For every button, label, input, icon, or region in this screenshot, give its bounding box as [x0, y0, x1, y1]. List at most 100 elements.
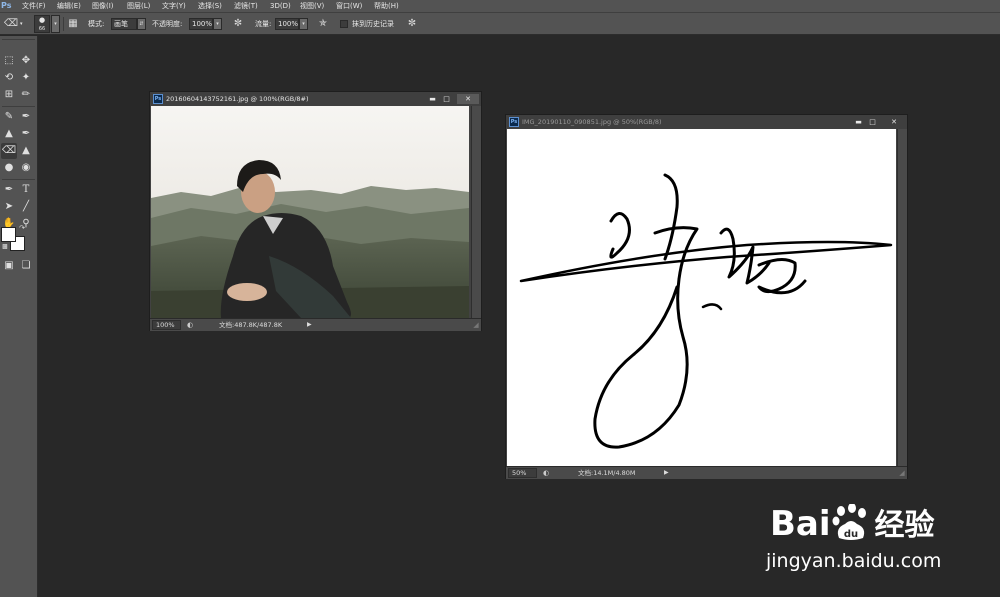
erase-to-history-label: 抹到历史记录 [352, 20, 394, 28]
resize-grip-icon[interactable]: ◢ [471, 320, 481, 330]
mode-select[interactable]: 画笔 [111, 18, 137, 30]
brush-panel-toggle-icon[interactable]: ▦ [65, 16, 81, 32]
foreground-color-swatch[interactable] [1, 227, 16, 242]
menu-bar: Ps 文件(F) 编辑(E) 图像(I) 图层(L) 文字(Y) 选择(S) 滤… [0, 0, 1000, 12]
menu-image[interactable]: 图像(I) [92, 0, 114, 12]
marquee-tool-icon[interactable]: ⬚ [1, 53, 17, 69]
menu-type[interactable]: 文字(Y) [162, 0, 186, 12]
flow-arrow[interactable]: ▾ [299, 18, 308, 30]
document-title: IMG_20190110_090851.jpg @ 50%(RGB/8) [522, 118, 662, 126]
separator [2, 179, 35, 180]
flow-input[interactable]: 100% [275, 18, 299, 30]
zoom-level-field[interactable]: 50% [508, 468, 537, 478]
signature-image [519, 173, 893, 449]
tool-preset-arrow[interactable]: ▾ [20, 13, 23, 35]
brush-tool-icon[interactable]: ✒ [18, 109, 34, 125]
panel-grip [2, 39, 35, 40]
watermark-url: jingyan.baidu.com [766, 550, 942, 572]
history-brush-tool-icon[interactable]: ✒ [18, 126, 34, 142]
options-bar: ⌫ ▾ ● 66 ▾ ▦ 模式: 画笔 ⇵ 不透明度: 100% ▾ ✼ 流量:… [0, 12, 1000, 35]
maximize-button[interactable]: □ [866, 117, 879, 127]
maximize-button[interactable]: □ [440, 94, 453, 104]
flow-label: 流量: [255, 20, 272, 28]
menu-help[interactable]: 帮助(H) [374, 0, 399, 12]
photoshop-logo: Ps [1, 1, 12, 10]
eyedropper-tool-icon[interactable]: ✏ [18, 87, 34, 103]
opacity-arrow[interactable]: ▾ [213, 18, 222, 30]
portrait-photo [151, 106, 469, 318]
menu-3d[interactable]: 3D(D) [270, 0, 291, 12]
status-options-icon[interactable]: ◐ [185, 320, 195, 330]
opacity-pressure-icon[interactable]: ✼ [230, 16, 246, 32]
lasso-tool-icon[interactable]: ⟲ [1, 70, 17, 86]
magic-wand-tool-icon[interactable]: ✦ [18, 70, 34, 86]
swap-colors-icon[interactable]: ↷ [17, 223, 27, 233]
menu-filter[interactable]: 滤镜(T) [234, 0, 258, 12]
resize-grip-icon[interactable]: ◢ [897, 468, 907, 478]
document-window-signature[interactable]: Ps IMG_20190110_090851.jpg @ 50%(RGB/8) … [505, 114, 908, 479]
baidu-jingyan-watermark: Bai du 经验 jingyan.baidu.com [758, 486, 988, 586]
eraser-tool-icon[interactable]: ⌫ [1, 143, 17, 159]
brush-size-picker[interactable]: ● 66 [34, 15, 50, 33]
vertical-scrollbar[interactable] [897, 129, 907, 466]
menu-file[interactable]: 文件(F) [22, 0, 46, 12]
separator [63, 17, 64, 31]
document-title-bar[interactable]: Ps IMG_20190110_090851.jpg @ 50%(RGB/8) … [506, 115, 907, 129]
clone-stamp-tool-icon[interactable]: ▲ [1, 126, 17, 142]
minimize-button[interactable]: ▬ [852, 117, 865, 127]
menu-select[interactable]: 选择(S) [198, 0, 222, 12]
dodge-tool-icon[interactable]: ◉ [18, 160, 34, 176]
photo-canvas[interactable] [151, 106, 469, 318]
menu-window[interactable]: 窗口(W) [336, 0, 362, 12]
separator [2, 106, 35, 107]
type-tool-icon[interactable]: T [18, 182, 34, 198]
brush-picker-arrow[interactable]: ▾ [51, 15, 60, 33]
screen-mode-icon[interactable]: ❏ [18, 258, 34, 274]
path-selection-tool-icon[interactable]: ➤ [1, 199, 17, 215]
line-tool-icon[interactable]: ╱ [18, 199, 34, 215]
size-pressure-icon[interactable]: ✼ [404, 16, 420, 32]
document-title-bar[interactable]: Ps 20160604143752161.jpg @ 100%(RGB/8#) … [150, 92, 481, 106]
opacity-label: 不透明度: [152, 20, 183, 28]
tools-panel: ⬚ ✥ ⟲ ✦ ⊞ ✏ ✎ ✒ ▲ ✒ ⌫ ▲ ● ◉ ✒ T ➤ ╱ ✋ ⚲ … [0, 36, 38, 597]
close-button[interactable]: ✕ [457, 94, 479, 104]
baidu-paw-icon: du [831, 503, 871, 542]
mode-select-arrow[interactable]: ⇵ [137, 18, 146, 30]
quick-mask-icon[interactable]: ▣ [1, 258, 17, 274]
signature-canvas[interactable] [507, 129, 896, 466]
default-colors-icon[interactable]: ▩ [0, 242, 10, 252]
status-menu-arrow[interactable]: ▶ [307, 319, 315, 331]
eraser-tool-preset-icon[interactable]: ⌫ [3, 16, 19, 32]
zoom-level-field[interactable]: 100% [152, 320, 181, 330]
ps-document-icon: Ps [509, 117, 519, 127]
document-status-bar: 100% ◐ 文档:487.8K/487.8K ▶ ◢ [150, 318, 481, 331]
document-title: 20160604143752161.jpg @ 100%(RGB/8#) [166, 95, 309, 103]
status-menu-arrow[interactable]: ▶ [664, 467, 672, 479]
menu-edit[interactable]: 编辑(E) [57, 0, 81, 12]
watermark-product: 经验 [874, 508, 935, 543]
opacity-input[interactable]: 100% [189, 18, 213, 30]
healing-brush-tool-icon[interactable]: ✎ [1, 109, 17, 125]
paint-bucket-tool-icon[interactable]: ▲ [18, 143, 34, 159]
minimize-button[interactable]: ▬ [426, 94, 439, 104]
erase-to-history-checkbox[interactable] [340, 20, 348, 28]
watermark-brand: Bai [770, 504, 831, 544]
photoshop-window: Ps 文件(F) 编辑(E) 图像(I) 图层(L) 文字(Y) 选择(S) 滤… [0, 0, 1000, 597]
vertical-scrollbar[interactable] [471, 106, 481, 318]
status-options-icon[interactable]: ◐ [541, 468, 551, 478]
blur-tool-icon[interactable]: ● [1, 160, 17, 176]
crop-tool-icon[interactable]: ⊞ [1, 87, 17, 103]
brush-size-value: 66 [38, 26, 46, 32]
pen-tool-icon[interactable]: ✒ [1, 182, 17, 198]
move-tool-icon[interactable]: ✥ [18, 53, 34, 69]
ps-document-icon: Ps [153, 94, 163, 104]
menu-view[interactable]: 视图(V) [300, 0, 324, 12]
document-size-info: 文档:14.1M/4.80M [578, 469, 636, 477]
document-window-photo[interactable]: Ps 20160604143752161.jpg @ 100%(RGB/8#) … [149, 91, 482, 331]
brush-dot-icon: ● [38, 16, 46, 24]
airbrush-icon[interactable]: ✯ [315, 16, 331, 32]
close-button[interactable]: ✕ [883, 117, 905, 127]
menu-layer[interactable]: 图层(L) [127, 0, 150, 12]
document-status-bar: 50% ◐ 文档:14.1M/4.80M ▶ ◢ [506, 466, 907, 479]
mode-label: 模式: [88, 20, 105, 28]
